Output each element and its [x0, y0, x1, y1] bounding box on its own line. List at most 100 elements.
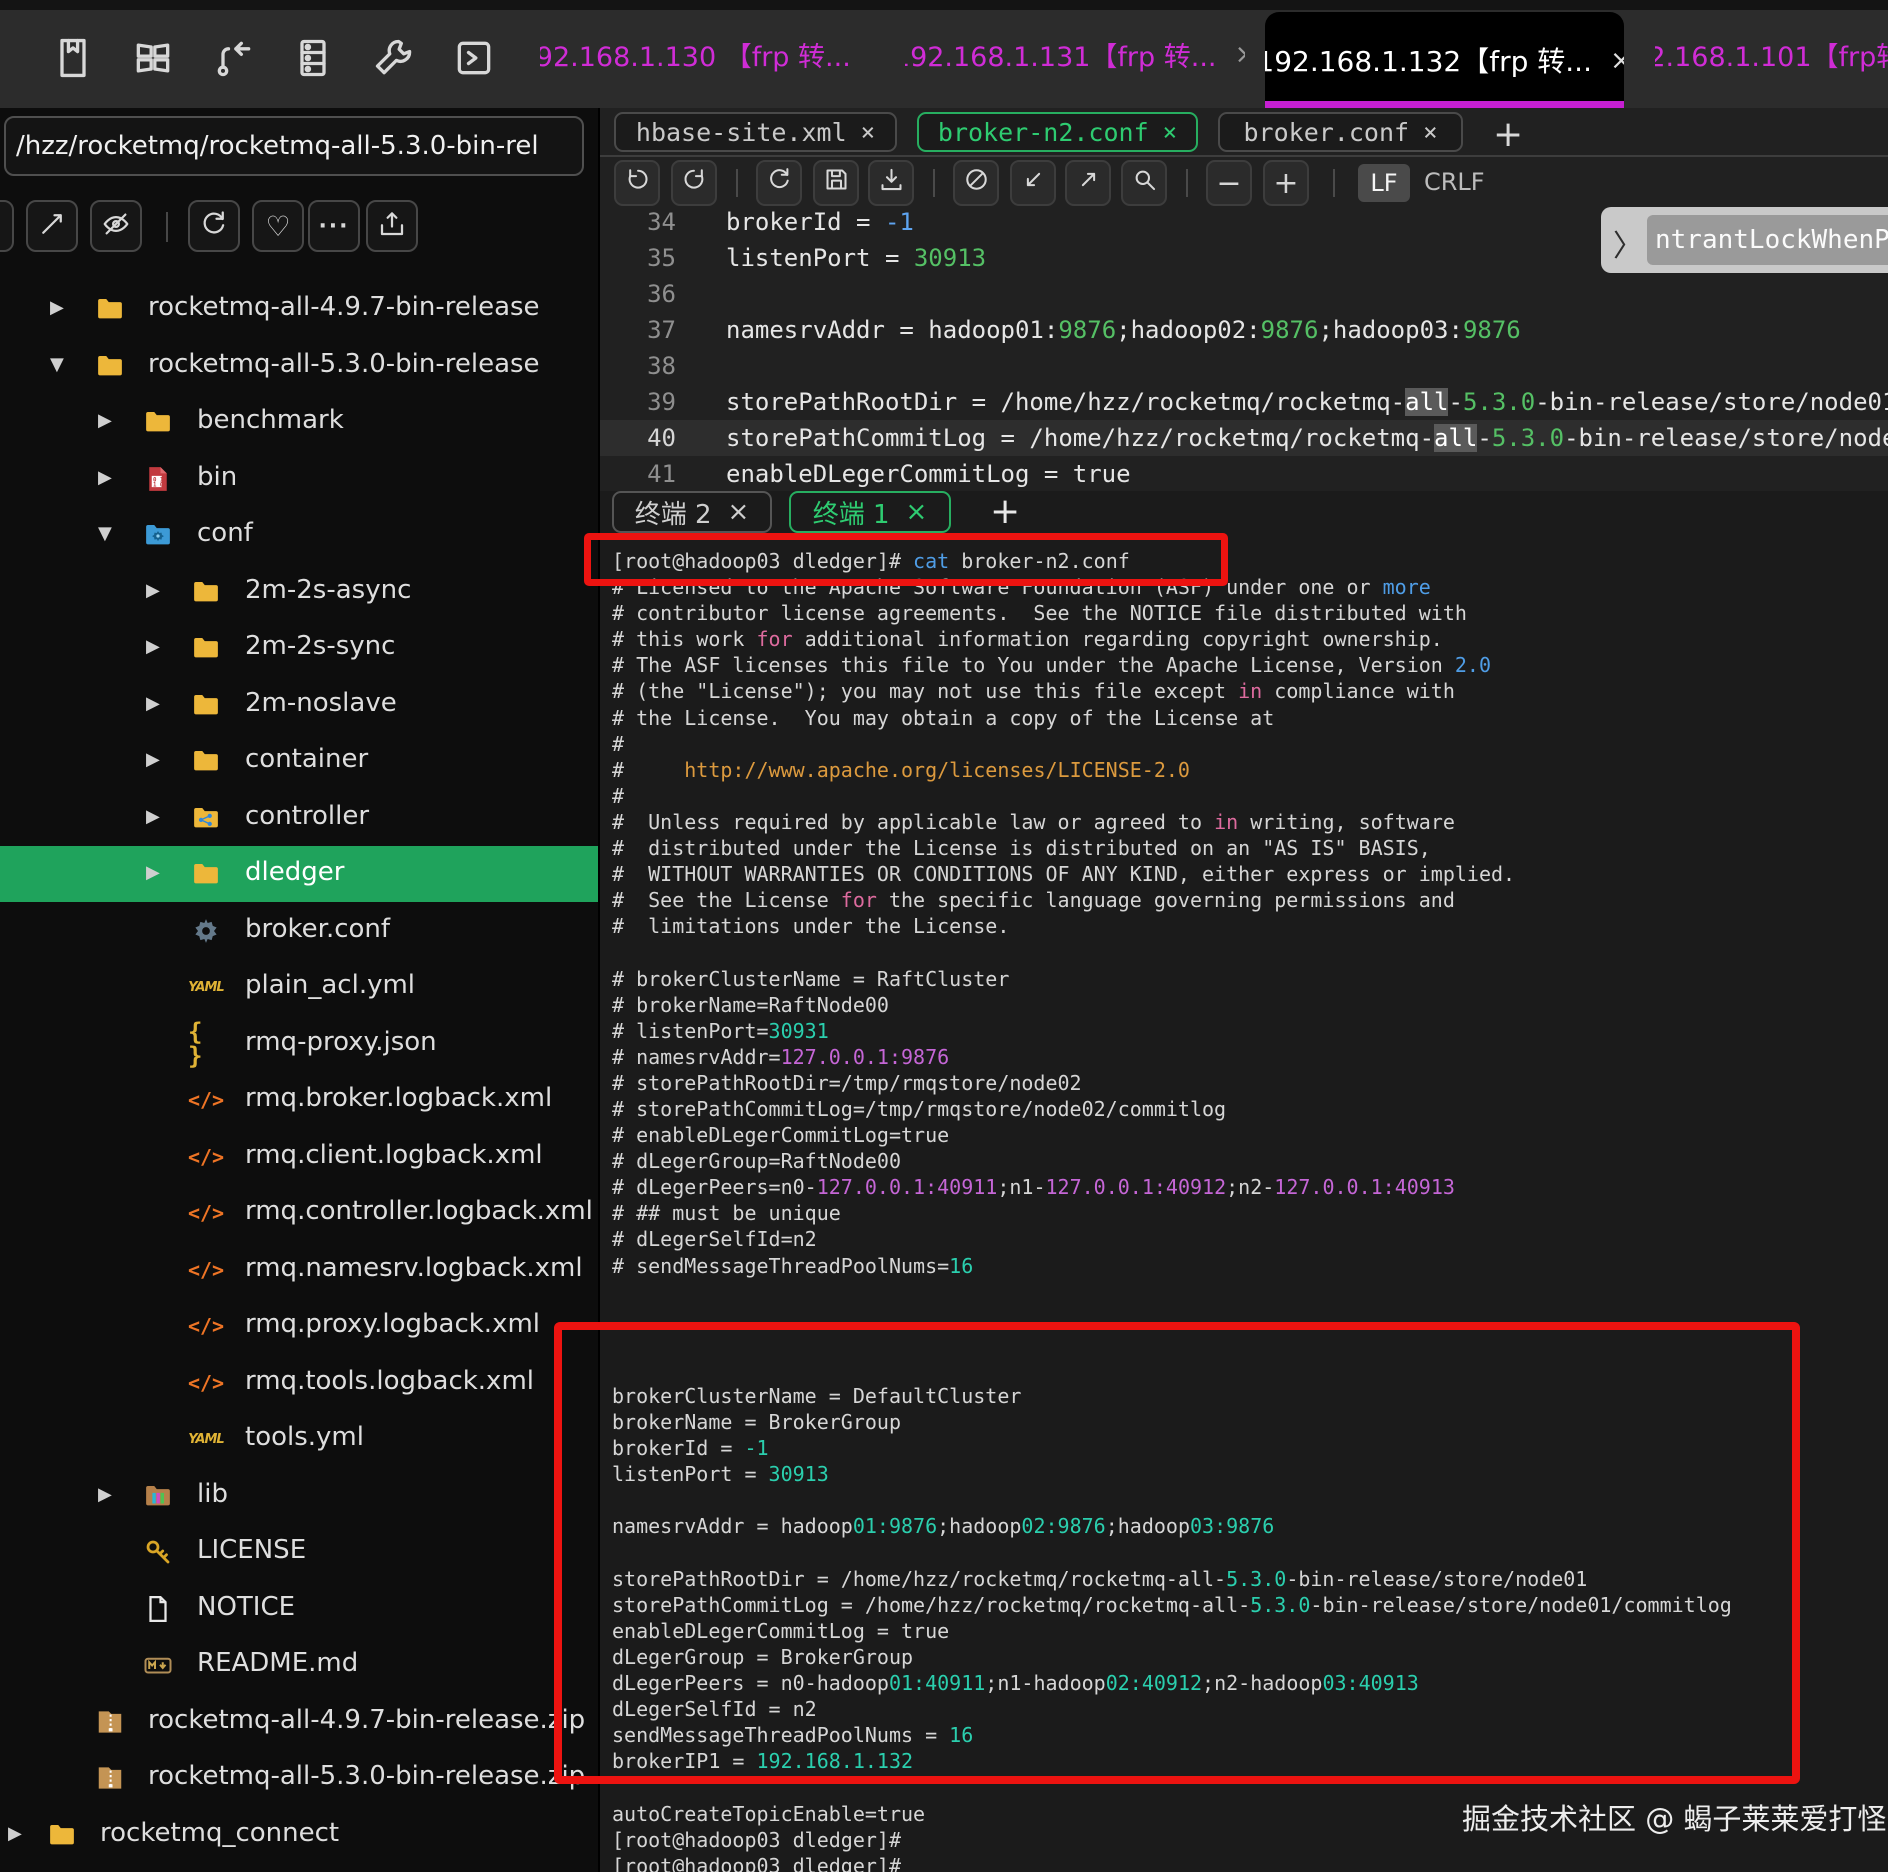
eye-off-button[interactable]: [90, 200, 142, 252]
save-icon: [823, 166, 850, 201]
search-button[interactable]: [1121, 160, 1167, 206]
export-button[interactable]: [366, 200, 418, 252]
chevron-right-icon[interactable]: ▶: [146, 749, 160, 770]
chevron-down-icon[interactable]: ▼: [50, 354, 64, 375]
tab-close-icon[interactable]: ×: [861, 118, 875, 146]
tree-item-rmq.controller.logback.xml[interactable]: </> rmq.controller.logback.xml: [0, 1185, 598, 1241]
terminal-icon[interactable]: [452, 36, 496, 80]
tree-item-container[interactable]: ▶ container: [0, 733, 598, 789]
arrow-ne-button[interactable]: [1065, 160, 1111, 206]
lf-toggle[interactable]: LF: [1358, 164, 1410, 202]
chevron-down-icon[interactable]: ▼: [98, 523, 112, 544]
tree-item-benchmark[interactable]: ▶ benchmark: [0, 394, 598, 450]
tab-close-icon[interactable]: ×: [728, 497, 750, 527]
tree-item-LICENSE[interactable]: LICENSE: [0, 1524, 598, 1580]
chevron-right-icon[interactable]: ▶: [98, 410, 112, 431]
sidebar-button-partial[interactable]: [0, 200, 14, 252]
tab-close-icon[interactable]: ×: [906, 497, 928, 527]
redo-button[interactable]: [671, 160, 717, 206]
tab-close-icon[interactable]: ×: [1610, 45, 1624, 76]
code-line-36[interactable]: 36: [600, 276, 1888, 312]
terminal-tab-2[interactable]: 终端 1 ×: [789, 491, 951, 533]
new-file-tab-button[interactable]: +: [1493, 114, 1523, 155]
expand-icon: [37, 209, 67, 243]
tree-item-dledger[interactable]: ▶ dledger: [0, 846, 598, 902]
session-tab[interactable]: 192.168.1.132【frp 转... ×: [1265, 12, 1624, 108]
tree-item-lib[interactable]: ▶ lib: [0, 1468, 598, 1524]
terminal-tab-1[interactable]: 终端 2 ×: [612, 491, 772, 533]
more-button[interactable]: ···: [308, 200, 360, 252]
session-tab[interactable]: 192.168.1.131【frp 转... ×: [905, 0, 1245, 108]
tab-close-icon[interactable]: ×: [869, 39, 870, 70]
tree-item-rmq.broker.logback.xml[interactable]: </> rmq.broker.logback.xml: [0, 1072, 598, 1128]
tab-close-icon[interactable]: ×: [1423, 118, 1437, 146]
path-input[interactable]: [4, 116, 584, 176]
tree-item-conf[interactable]: ▼ conf: [0, 507, 598, 563]
tree-item-rocketmq-all-4.9.7-bin-release[interactable]: ▶ rocketmq-all-4.9.7-bin-release: [0, 281, 598, 337]
session-tab[interactable]: 192.168.1.101【frp转...: [1655, 0, 1888, 108]
chevron-right-icon[interactable]: ▶: [146, 806, 160, 827]
download-button[interactable]: [868, 160, 914, 206]
wrench-icon[interactable]: [372, 36, 416, 80]
chevron-right-icon[interactable]: ▶: [98, 467, 112, 488]
session-tab[interactable]: 192.168.1.130 【frp 转... ×: [540, 0, 870, 108]
file-icon[interactable]: [51, 36, 95, 80]
file-tab-broker-n2.conf[interactable]: broker-n2.conf ×: [917, 112, 1198, 152]
chevron-right-icon[interactable]: ▶: [146, 862, 160, 883]
tab-close-icon[interactable]: ×: [1163, 118, 1177, 146]
refresh-button[interactable]: [188, 200, 240, 252]
file-tab-broker.conf[interactable]: broker.conf ×: [1218, 112, 1463, 152]
tree-item-controller[interactable]: ▶ controller: [0, 790, 598, 846]
tree-item-rmq.client.logback.xml[interactable]: </> rmq.client.logback.xml: [0, 1129, 598, 1185]
code-line-40[interactable]: 40 storePathCommitLog = /home/hzz/rocketm…: [600, 420, 1888, 456]
tree-item[interactable]: ▶: [0, 1863, 598, 1872]
server-icon[interactable]: [291, 36, 335, 80]
heart-button[interactable]: ♡: [252, 200, 304, 252]
new-terminal-button[interactable]: +: [990, 491, 1020, 532]
tree-item-2m-noslave[interactable]: ▶ 2m-noslave: [0, 677, 598, 733]
code-line-39[interactable]: 39 storePathRootDir = /home/hzz/rocketmq/…: [600, 384, 1888, 420]
tree-item-rocketmq-all-5.3.0-bin-release.zip[interactable]: rocketmq-all-5.3.0-bin-release.zip: [0, 1750, 598, 1806]
expand-button[interactable]: [26, 200, 78, 252]
chevron-right-icon[interactable]: ▶: [98, 1484, 112, 1505]
tree-item-bin[interactable]: ▶ 0 11 0 bin: [0, 451, 598, 507]
chevron-right-icon[interactable]: ▶: [146, 636, 160, 657]
chevron-right-icon[interactable]: ▶: [50, 297, 64, 318]
tree-item-rmq-proxy.json[interactable]: { } rmq-proxy.json: [0, 1016, 598, 1072]
code-line-38[interactable]: 38: [600, 348, 1888, 384]
tree-item-README.md[interactable]: README.md: [0, 1637, 598, 1693]
save-button[interactable]: [813, 160, 859, 206]
xml-icon: </>: [187, 1370, 225, 1395]
arrow-sw-button[interactable]: [1010, 160, 1056, 206]
chevron-right-icon[interactable]: ▶: [146, 693, 160, 714]
export-icon: [377, 209, 407, 243]
tree-item-rocketmq-all-4.9.7-bin-release.zip[interactable]: rocketmq-all-4.9.7-bin-release.zip: [0, 1694, 598, 1750]
chevron-right-icon[interactable]: ▶: [8, 1823, 22, 1844]
tree-item-broker.conf[interactable]: broker.conf: [0, 903, 598, 959]
undo-button[interactable]: [614, 160, 660, 206]
tree-item-rmq.namesrv.logback.xml[interactable]: </> rmq.namesrv.logback.xml: [0, 1242, 598, 1298]
branch-icon[interactable]: [212, 36, 256, 80]
zoom-in-button[interactable]: +: [1263, 160, 1309, 206]
tree-item-rocketmq_connect[interactable]: ▶ rocketmq_connect: [0, 1807, 598, 1863]
annotation-box-config: [554, 1322, 1800, 1784]
crlf-toggle[interactable]: CRLF: [1424, 168, 1485, 196]
tree-item-plain_acl.yml[interactable]: YAML plain_acl.yml: [0, 959, 598, 1015]
file-tab-hbase-site.xml[interactable]: hbase-site.xml ×: [614, 112, 897, 152]
slash-circle-button[interactable]: [953, 160, 999, 206]
tree-item-2m-2s-async[interactable]: ▶ 2m-2s-async: [0, 564, 598, 620]
zoom-out-button[interactable]: −: [1206, 160, 1252, 206]
tree-item-rmq.proxy.logback.xml[interactable]: </> rmq.proxy.logback.xml: [0, 1298, 598, 1354]
tree-item-NOTICE[interactable]: NOTICE: [0, 1581, 598, 1637]
split-icon[interactable]: [131, 36, 175, 80]
tree-item-2m-2s-sync[interactable]: ▶ 2m-2s-sync: [0, 620, 598, 676]
tab-close-icon[interactable]: ×: [1235, 39, 1246, 70]
chevron-right-icon[interactable]: ▶: [146, 580, 160, 601]
terminal-line: # See the License for the specific langu…: [612, 888, 1455, 913]
refresh-button[interactable]: [756, 160, 802, 206]
tree-item-rocketmq-all-5.3.0-bin-release[interactable]: ▼ rocketmq-all-5.3.0-bin-release: [0, 338, 598, 394]
tree-item-tools.yml[interactable]: YAML tools.yml: [0, 1411, 598, 1467]
code-line-41[interactable]: 41 enableDLegerCommitLog = true: [600, 456, 1888, 491]
tree-item-rmq.tools.logback.xml[interactable]: </> rmq.tools.logback.xml: [0, 1355, 598, 1411]
code-line-37[interactable]: 37 namesrvAddr = hadoop01:9876;hadoop02:9…: [600, 312, 1888, 348]
